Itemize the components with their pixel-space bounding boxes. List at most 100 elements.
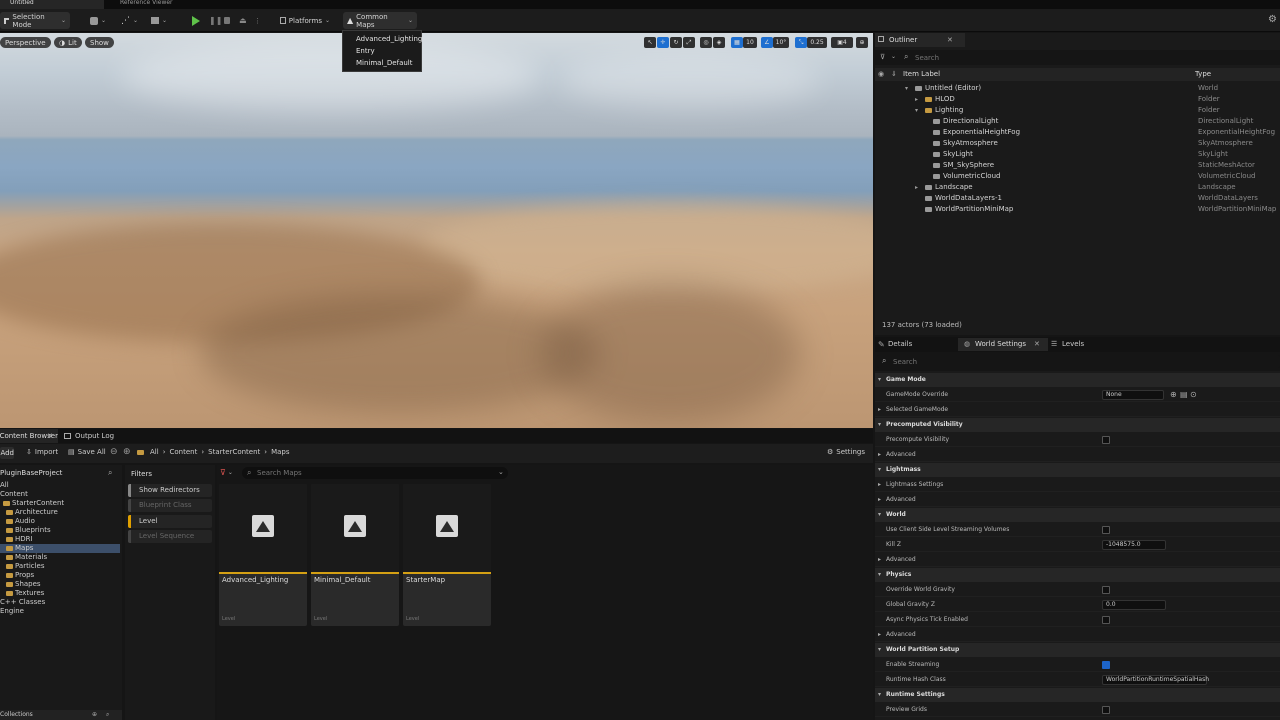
expand-arrow-icon[interactable]: ▸ bbox=[878, 478, 881, 492]
tab-details[interactable]: Details bbox=[888, 338, 912, 351]
details-section[interactable]: ▾ World bbox=[875, 508, 1280, 522]
filter-button[interactable]: ⊽ ⌄ bbox=[220, 468, 233, 477]
gear-icon[interactable]: ⚙ bbox=[1268, 14, 1277, 25]
play-button[interactable] bbox=[188, 12, 202, 29]
map-item-advanced-lighting[interactable]: Advanced_Lighting bbox=[343, 33, 422, 45]
asset-search-input[interactable] bbox=[257, 468, 487, 478]
tree-item[interactable]: Blueprints bbox=[0, 526, 120, 535]
checkbox[interactable] bbox=[1102, 586, 1110, 594]
selection-mode-button[interactable]: Selection Mode ⌄ bbox=[0, 12, 70, 29]
translate-tool-icon[interactable]: ✛ bbox=[657, 37, 669, 48]
column-type[interactable]: Type bbox=[1195, 68, 1211, 81]
expand-arrow-icon[interactable]: ▾ bbox=[915, 105, 918, 116]
collections-header[interactable]: Collections ⊕ ⌕ bbox=[0, 710, 122, 720]
search-icon[interactable]: ⌕ bbox=[108, 468, 112, 478]
maximize-viewport-icon[interactable]: ⊕ bbox=[856, 37, 868, 48]
breadcrumb-content[interactable]: Content bbox=[170, 448, 198, 456]
expand-arrow-icon[interactable]: ▸ bbox=[878, 553, 881, 567]
expand-arrow-icon[interactable]: ▾ bbox=[878, 688, 881, 702]
expand-arrow-icon[interactable]: ▸ bbox=[878, 403, 881, 417]
common-maps-button[interactable]: ▲ Common Maps ⌄ bbox=[343, 12, 417, 29]
blueprint-button[interactable]: ⋰ ⌄ bbox=[117, 12, 141, 29]
close-icon[interactable]: ✕ bbox=[47, 432, 53, 440]
filter-show-redirectors[interactable]: Show Redirectors bbox=[128, 484, 212, 497]
details-section[interactable]: ▾ Physics bbox=[875, 568, 1280, 582]
play-options-button[interactable]: ⋮ bbox=[250, 12, 261, 29]
eject-button[interactable]: ⏏ bbox=[235, 12, 249, 29]
property-value-field[interactable]: WorldPartitionRuntimeSpatialHash bbox=[1102, 675, 1209, 685]
tree-item[interactable]: Maps bbox=[0, 544, 120, 553]
expand-arrow-icon[interactable]: ▾ bbox=[878, 568, 881, 582]
expand-arrow-icon[interactable]: ▾ bbox=[878, 508, 881, 522]
details-section[interactable]: ▾ World Partition Setup bbox=[875, 643, 1280, 657]
tab-levels[interactable]: Levels bbox=[1062, 338, 1084, 351]
grid-snap-value[interactable]: 10 bbox=[743, 37, 757, 48]
expand-arrow-icon[interactable]: ▾ bbox=[878, 373, 881, 387]
platforms-button[interactable]: Platforms ⌄ bbox=[276, 12, 334, 29]
lit-button[interactable]: ◑ Lit bbox=[54, 37, 82, 48]
tree-item[interactable]: C++ Classes bbox=[0, 598, 120, 607]
add-content-button[interactable]: ⌄ bbox=[86, 12, 112, 29]
expand-arrow-icon[interactable]: ▾ bbox=[878, 643, 881, 657]
filter-icon[interactable]: ⊽ bbox=[880, 53, 885, 61]
surface-snap-icon[interactable]: ◈ bbox=[713, 37, 725, 48]
world-space-icon[interactable]: ◎ bbox=[700, 37, 712, 48]
rotation-snap-value[interactable]: 10° bbox=[773, 37, 789, 48]
expand-arrow-icon[interactable]: ▾ bbox=[878, 418, 881, 432]
asset-tile-advanced-lighting[interactable]: Advanced_Lighting Level bbox=[219, 484, 307, 626]
filter-level[interactable]: Level bbox=[128, 515, 212, 528]
expand-arrow-icon[interactable]: ▸ bbox=[878, 628, 881, 642]
tree-item[interactable]: Textures bbox=[0, 589, 120, 598]
details-section[interactable]: ▾ Game Mode bbox=[875, 373, 1280, 387]
asset-tile-startermap[interactable]: StarterMap Level bbox=[403, 484, 491, 626]
level-viewport[interactable]: Perspective ◑ Lit Show ↖ ✛ ↻ ⤢ ◎ ◈ ▦ 10 … bbox=[0, 33, 873, 428]
tree-item[interactable]: Particles bbox=[0, 562, 120, 571]
close-icon[interactable]: ✕ bbox=[1034, 338, 1040, 351]
show-button[interactable]: Show bbox=[85, 37, 114, 48]
filter-blueprint-class[interactable]: Blueprint Class bbox=[128, 499, 212, 512]
pin-icon[interactable]: ⇓ bbox=[891, 68, 897, 81]
map-item-entry[interactable]: Entry bbox=[343, 45, 421, 57]
checkbox[interactable] bbox=[1102, 661, 1110, 669]
expand-arrow-icon[interactable]: ▸ bbox=[878, 493, 881, 507]
checkbox[interactable] bbox=[1102, 436, 1110, 444]
add-icon[interactable]: ⊕ bbox=[1170, 390, 1177, 399]
details-section[interactable]: ▾ Precomputed Visibility bbox=[875, 418, 1280, 432]
column-item-label[interactable]: Item Label bbox=[903, 68, 940, 81]
search-icon[interactable]: ⌕ bbox=[106, 710, 109, 720]
checkbox[interactable] bbox=[1102, 526, 1110, 534]
tree-item[interactable]: All bbox=[0, 481, 120, 490]
perspective-button[interactable]: Perspective bbox=[0, 37, 51, 48]
tab-outliner[interactable]: Outliner ✕ bbox=[875, 33, 965, 47]
stop-button[interactable] bbox=[220, 12, 234, 29]
tree-item[interactable]: HDRI bbox=[0, 535, 120, 544]
breadcrumb-startercontent[interactable]: StarterContent bbox=[208, 448, 260, 456]
history-back-icon[interactable]: ⊖ bbox=[110, 447, 118, 457]
history-forward-icon[interactable]: ⊕ bbox=[123, 447, 131, 457]
camera-speed-button[interactable]: ▣ 4 bbox=[831, 37, 853, 48]
property-value-field[interactable]: 0.0 bbox=[1102, 600, 1166, 610]
add-button[interactable]: Add bbox=[0, 447, 14, 459]
tab-world-settings[interactable]: ◍ World Settings ✕ bbox=[958, 338, 1048, 351]
details-search-input[interactable] bbox=[893, 356, 1263, 367]
eye-icon[interactable]: ◉ bbox=[878, 68, 884, 81]
asset-search-box[interactable]: ⌕ ⌄ bbox=[242, 467, 508, 479]
tab-output-log[interactable]: Output Log bbox=[75, 430, 114, 443]
expand-arrow-icon[interactable]: ▾ bbox=[878, 463, 881, 477]
tree-item[interactable]: StarterContent bbox=[0, 499, 120, 508]
tree-item[interactable]: Shapes bbox=[0, 580, 120, 589]
expand-arrow-icon[interactable]: ▸ bbox=[915, 182, 918, 193]
tree-item[interactable]: Props bbox=[0, 571, 120, 580]
tree-item[interactable]: Engine bbox=[0, 607, 120, 616]
tree-item[interactable]: Content bbox=[0, 490, 120, 499]
import-button[interactable]: ⇩ Import bbox=[26, 448, 58, 456]
checkbox[interactable] bbox=[1102, 616, 1110, 624]
tree-item[interactable]: Materials bbox=[0, 553, 120, 562]
tree-item[interactable]: Architecture bbox=[0, 508, 120, 517]
settings-button[interactable]: ⚙ Settings bbox=[827, 448, 865, 456]
expand-arrow-icon[interactable]: ▸ bbox=[878, 448, 881, 462]
tree-item[interactable]: Audio bbox=[0, 517, 120, 526]
property-value-field[interactable]: None bbox=[1102, 390, 1164, 400]
breadcrumb-all[interactable]: All bbox=[150, 448, 159, 456]
pause-button[interactable]: ❚❚ bbox=[205, 12, 222, 29]
